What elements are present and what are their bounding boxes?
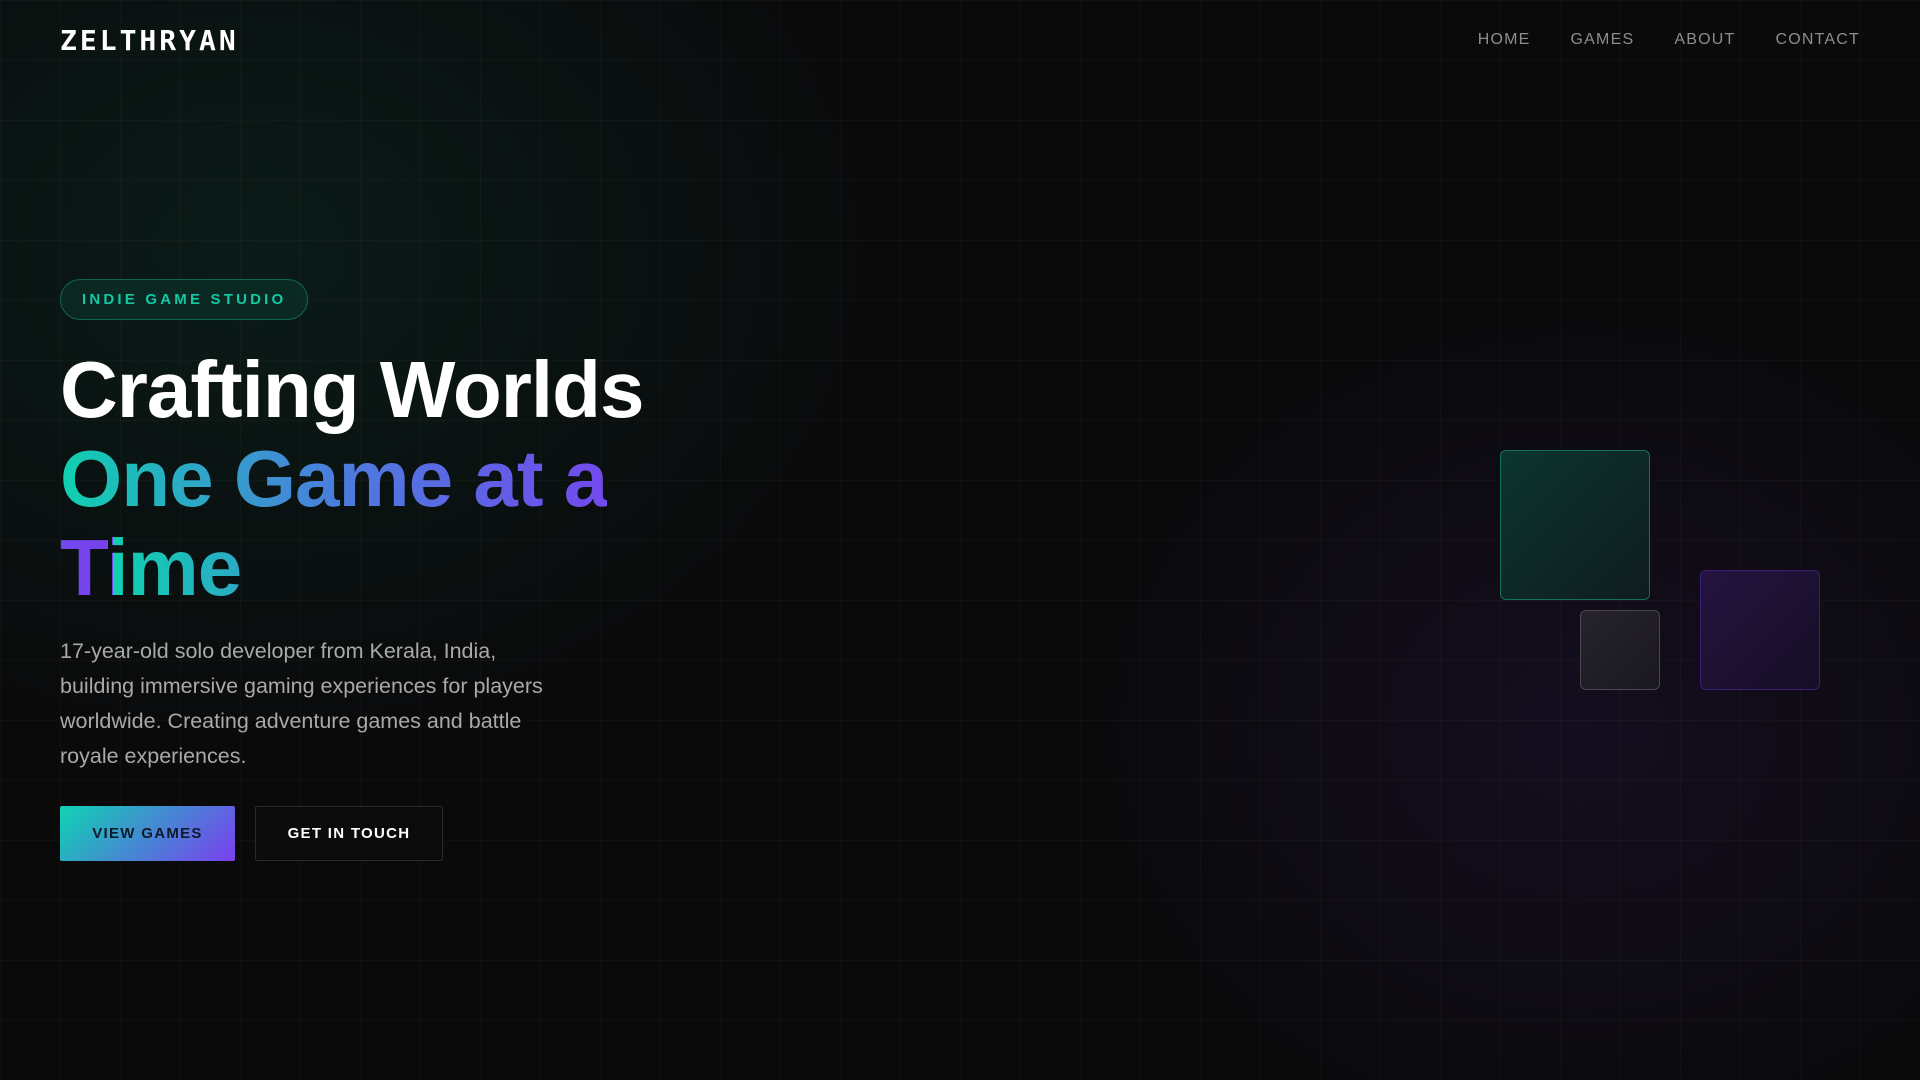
decorative-card-purple xyxy=(1700,570,1820,690)
nav-about[interactable]: ABOUT xyxy=(1674,31,1735,49)
hero-title-line2: One Game at a Time xyxy=(60,434,608,612)
hero-title: Crafting Worlds One Game at a Time xyxy=(60,345,780,612)
view-games-button[interactable]: VIEW GAMES xyxy=(60,806,235,861)
hero-title-line1: Crafting Worlds xyxy=(60,345,645,434)
nav-contact[interactable]: CONTACT xyxy=(1775,31,1860,49)
decorative-card-teal xyxy=(1500,450,1650,600)
hero-description: 17-year-old solo developer from Kerala, … xyxy=(60,639,543,768)
nav-games[interactable]: GAMES xyxy=(1571,31,1635,49)
logo[interactable]: ZELTHRYAN xyxy=(60,24,239,57)
decorative-card-gray xyxy=(1580,610,1660,690)
nav-home[interactable]: HOME xyxy=(1478,31,1531,49)
studio-badge: INDIE GAME STUDIO xyxy=(60,279,309,320)
main-nav: HOME GAMES ABOUT CONTACT xyxy=(1478,31,1860,49)
get-in-touch-button[interactable]: GET IN TOUCH xyxy=(255,806,443,861)
